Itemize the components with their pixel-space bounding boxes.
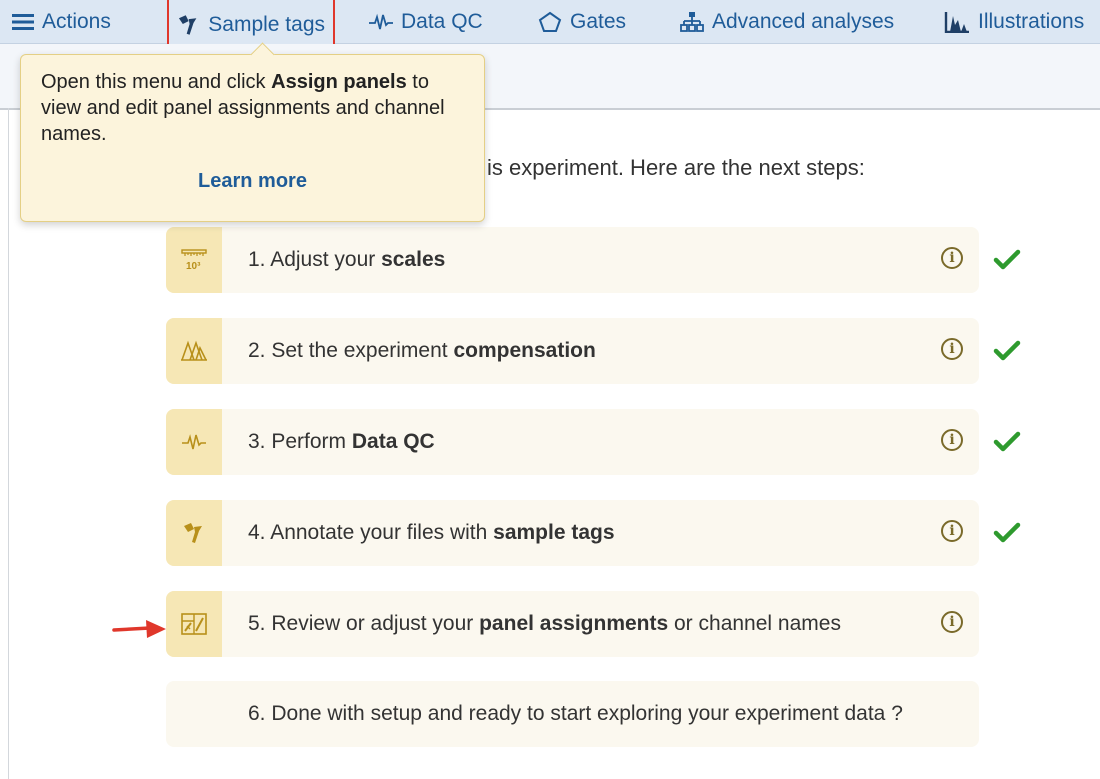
svg-text:10³: 10³	[186, 261, 201, 272]
nav-advanced-analyses-label: Advanced analyses	[712, 9, 895, 33]
learn-more-link[interactable]: Learn more	[21, 168, 484, 194]
intro-text: is experiment. Here are the next steps:	[487, 155, 865, 180]
step-sample-tags[interactable]: 4. Annotate your files with sample tags …	[166, 500, 979, 566]
step-icon-box	[166, 591, 222, 657]
step-label: 4. Annotate your files with sample tags	[248, 521, 615, 544]
help-tooltip: Open this menu and click Assign panels t…	[20, 42, 485, 222]
step-label: 2. Set the experiment compensation	[248, 339, 596, 362]
red-arrow-icon	[112, 620, 166, 638]
tag-icon	[184, 523, 202, 543]
top-nav: Actions Sample tags Data QC Gates Advanc…	[0, 0, 1100, 51]
checkmark-icon	[993, 522, 1021, 543]
nav-illustrations-label: Illustrations	[978, 9, 1085, 33]
compensation-icon	[181, 340, 207, 361]
info-icon[interactable]: i	[941, 520, 963, 542]
left-divider	[8, 108, 9, 779]
info-icon[interactable]: i	[941, 611, 963, 633]
info-icon[interactable]: i	[941, 429, 963, 451]
tag-icon	[178, 14, 197, 35]
step-icon-box: 10³	[166, 227, 222, 293]
step-icon-box	[166, 318, 222, 384]
pulse-icon	[369, 13, 393, 29]
step-panel-assignments[interactable]: 5. Review or adjust your panel assignmen…	[166, 591, 979, 657]
nav-data-qc[interactable]: Data QC	[369, 0, 483, 43]
step-compensation[interactable]: 2. Set the experiment compensation i	[166, 318, 979, 384]
info-icon[interactable]: i	[941, 338, 963, 360]
ruler-icon: 10³	[181, 249, 207, 272]
nav-advanced-analyses[interactable]: Advanced analyses	[680, 0, 894, 43]
checkmark-icon	[993, 249, 1021, 270]
panel-icon	[181, 613, 207, 635]
hamburger-icon	[12, 13, 34, 30]
step-icon-box	[166, 500, 222, 566]
nav-sample-tags-label: Sample tags	[208, 12, 325, 36]
nav-actions-label: Actions	[42, 9, 111, 33]
checkmark-icon	[993, 431, 1021, 452]
step-done[interactable]: 6. Done with setup and ready to start ex…	[166, 681, 979, 747]
checkmark-icon	[993, 340, 1021, 361]
nav-illustrations[interactable]: Illustrations	[944, 0, 1084, 43]
nav-actions[interactable]: Actions	[12, 0, 111, 43]
info-icon[interactable]: i	[941, 247, 963, 269]
nav-gates-label: Gates	[570, 9, 627, 33]
step-label: 3. Perform Data QC	[248, 430, 435, 453]
step-scales[interactable]: 10³ 1. Adjust your scales i	[166, 227, 979, 293]
step-data-qc[interactable]: 3. Perform Data QC i	[166, 409, 979, 475]
tooltip-text: Open this menu and click Assign panels t…	[41, 71, 445, 145]
hierarchy-icon	[680, 11, 704, 32]
step-icon-box	[166, 409, 222, 475]
histogram-icon	[944, 11, 969, 33]
nav-gates[interactable]: Gates	[538, 0, 626, 43]
step-label: 1. Adjust your scales	[248, 248, 446, 271]
step-label: 6. Done with setup and ready to start ex…	[248, 702, 903, 725]
pulse-icon	[182, 434, 206, 450]
pentagon-icon	[538, 11, 562, 32]
step-label: 5. Review or adjust your panel assignmen…	[248, 612, 841, 635]
nav-data-qc-label: Data QC	[401, 9, 483, 33]
